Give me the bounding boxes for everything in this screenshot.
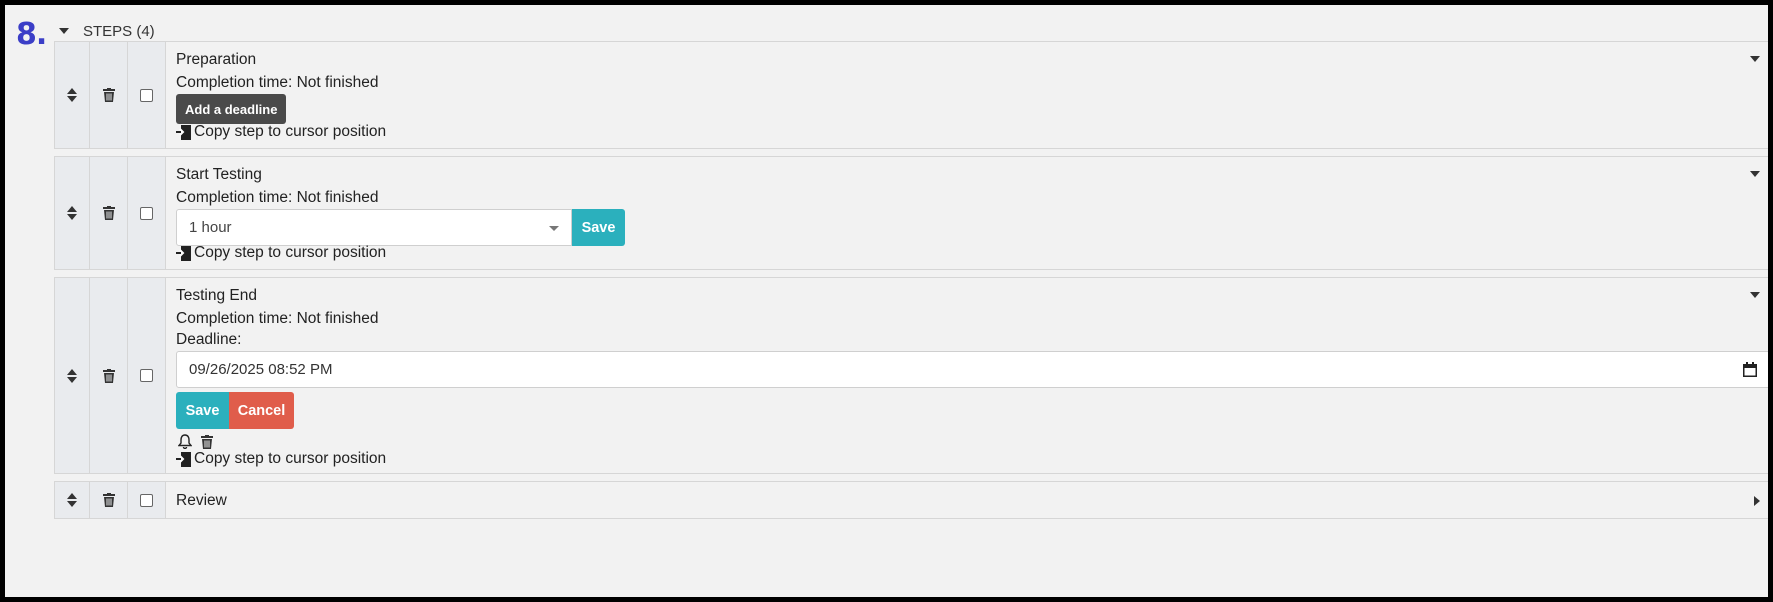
save-button[interactable]: Save (176, 392, 229, 429)
step-row: Preparation Completion time: Not finishe… (54, 41, 1768, 149)
deadline-label: Deadline: (176, 331, 242, 348)
step-select[interactable] (128, 42, 166, 148)
step-title: Start Testing (176, 166, 262, 183)
copy-step-icon (176, 124, 191, 140)
bell-icon[interactable] (178, 434, 192, 449)
section-number: 8. (16, 17, 47, 52)
duration-select[interactable]: 1 hour (176, 209, 572, 246)
caret-down-icon (1750, 292, 1760, 298)
sort-icon (67, 493, 77, 507)
steps-header-label: STEPS (4) (83, 22, 155, 40)
step-collapse-toggle[interactable] (1746, 52, 1764, 66)
caret-down-icon (1750, 56, 1760, 62)
step-title: Testing End (176, 287, 257, 304)
steps-section-toggle[interactable]: STEPS (4) (59, 19, 155, 43)
caret-right-icon (1754, 496, 1760, 506)
completion-time: Completion time: Not finished (176, 189, 379, 206)
copy-step-icon (176, 451, 191, 467)
calendar-icon[interactable] (1743, 362, 1757, 377)
step-collapse-toggle[interactable] (1746, 167, 1764, 181)
copy-step-link[interactable]: Copy step to cursor position (176, 122, 386, 142)
step-checkbox[interactable] (140, 493, 153, 507)
duration-value: 1 hour (189, 219, 232, 236)
sort-icon (67, 368, 77, 383)
step-row: Testing End Completion time: Not finishe… (54, 277, 1768, 474)
sort-icon (67, 88, 77, 102)
trash-icon (102, 493, 115, 507)
step-checkbox[interactable] (140, 369, 153, 382)
step-collapse-toggle[interactable] (1746, 288, 1764, 302)
trash-icon (102, 88, 115, 102)
step-row: Review (54, 481, 1768, 519)
steps-panel: 8. STEPS (4) Preparation Completion time… (5, 5, 1768, 597)
delete-step-button[interactable] (90, 42, 128, 148)
copy-step-link[interactable]: Copy step to cursor position (176, 449, 386, 469)
step-select[interactable] (128, 278, 166, 473)
sort-icon (67, 206, 77, 220)
copy-step-label: Copy step to cursor position (194, 450, 387, 467)
step-checkbox[interactable] (140, 88, 153, 102)
delete-step-button[interactable] (90, 482, 128, 518)
drag-handle[interactable] (55, 157, 90, 269)
copy-step-label: Copy step to cursor position (194, 123, 387, 140)
drag-handle[interactable] (55, 42, 90, 148)
step-checkbox[interactable] (140, 206, 153, 220)
copy-step-label: Copy step to cursor position (194, 244, 387, 261)
step-title: Review (176, 492, 227, 509)
step-title: Preparation (176, 51, 257, 68)
drag-handle[interactable] (55, 482, 90, 518)
trash-icon (102, 368, 115, 383)
trash-icon[interactable] (201, 434, 213, 449)
caret-down-icon (1750, 171, 1760, 177)
add-deadline-button[interactable]: Add a deadline (176, 94, 287, 124)
deadline-datetime-input[interactable]: 09/26/2025 08:52 PM (176, 351, 1768, 388)
deadline-value: 09/26/2025 08:52 PM (189, 361, 333, 378)
step-row: Start Testing Completion time: Not finis… (54, 156, 1768, 270)
caret-down-icon (59, 28, 69, 34)
copy-step-link[interactable]: Copy step to cursor position (176, 243, 386, 263)
step-select[interactable] (128, 157, 166, 269)
step-expand-toggle[interactable] (1750, 492, 1764, 510)
trash-icon (102, 206, 115, 220)
cancel-button[interactable]: Cancel (229, 392, 294, 429)
step-select[interactable] (128, 482, 166, 518)
copy-step-icon (176, 245, 191, 261)
delete-step-button[interactable] (90, 278, 128, 473)
completion-time: Completion time: Not finished (176, 310, 379, 327)
save-button[interactable]: Save (572, 209, 625, 246)
drag-handle[interactable] (55, 278, 90, 473)
completion-time: Completion time: Not finished (176, 74, 379, 91)
chevron-down-icon (549, 226, 559, 231)
delete-step-button[interactable] (90, 157, 128, 269)
